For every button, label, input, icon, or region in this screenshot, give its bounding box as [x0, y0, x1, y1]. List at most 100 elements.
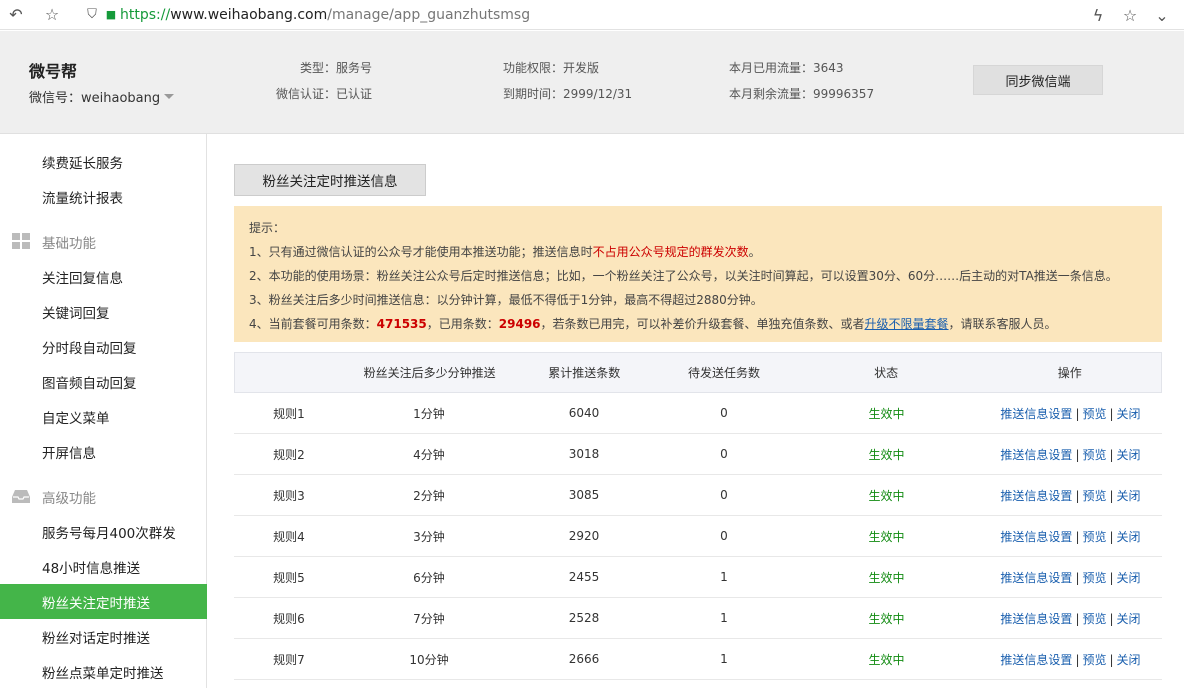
- rule-minutes: 3分钟: [413, 529, 445, 544]
- account-selector[interactable]: 微信号：weihaobang: [29, 87, 175, 106]
- close-link[interactable]: 关闭: [1117, 489, 1141, 503]
- sidebar-item-follow-timed-push[interactable]: 粉丝关注定时推送: [0, 584, 207, 619]
- rule-total: 2528: [568, 611, 600, 625]
- notice-text: ，已用条数：: [426, 317, 499, 331]
- bookmark-star-icon[interactable]: ☆: [1118, 3, 1142, 27]
- sidebar-item-monthly-broadcast[interactable]: 服务号每月400次群发: [0, 514, 207, 549]
- rule-minutes: 2分钟: [413, 488, 445, 503]
- preview-link[interactable]: 预览: [1082, 530, 1106, 544]
- rule-minutes: 10分钟: [409, 652, 449, 667]
- separator: |: [1109, 488, 1114, 503]
- table-row: 规则4 3分钟 2920 0 生效中 推送信息设置 | 预览 | 关闭: [234, 516, 1162, 557]
- push-settings-link[interactable]: 推送信息设置: [1000, 571, 1072, 585]
- rule-minutes: 1分钟: [413, 406, 445, 421]
- permission-level: 功能权限：开发版: [503, 61, 600, 75]
- sidebar-group-basic: 基础功能: [0, 224, 207, 259]
- rule-pending: 1: [720, 570, 728, 584]
- notice-text: 。: [748, 245, 761, 259]
- back-icon[interactable]: ↶: [4, 3, 28, 27]
- push-settings-link[interactable]: 推送信息设置: [1000, 489, 1072, 503]
- lightning-icon[interactable]: ϟ: [1086, 3, 1110, 27]
- push-settings-link[interactable]: 推送信息设置: [1000, 653, 1072, 667]
- separator: |: [1109, 570, 1114, 585]
- separator: |: [1109, 406, 1114, 421]
- tab-follow-timed-push[interactable]: 粉丝关注定时推送信息: [234, 164, 426, 196]
- sidebar-item-chat-timed-push[interactable]: 粉丝对话定时推送: [0, 619, 207, 654]
- sidebar-item-splash[interactable]: 开屏信息: [0, 434, 207, 469]
- close-link[interactable]: 关闭: [1117, 448, 1141, 462]
- rule-total: 3018: [568, 447, 600, 461]
- rule-pending: 0: [720, 529, 728, 543]
- sidebar: 续费延长服务 流量统计报表 基础功能 关注回复信息 关键词回复 分时段自动回复 …: [0, 134, 207, 688]
- rule-actions: 推送信息设置 | 预览 | 关闭: [979, 405, 1162, 422]
- notice-text: ，若条数已用完，可以补差价升级套餐、单独充值条数、或者: [540, 317, 865, 331]
- sidebar-item-keyword-reply[interactable]: 关键词回复: [0, 294, 207, 329]
- rule-name: 规则2: [273, 447, 305, 462]
- separator: |: [1109, 447, 1114, 462]
- table-row: 规则7 10分钟 2666 1 生效中 推送信息设置 | 预览 | 关闭: [234, 639, 1162, 680]
- rule-status: 生效中: [868, 611, 905, 626]
- sidebar-item-48h-push[interactable]: 48小时信息推送: [0, 549, 207, 584]
- col-header-total: 累计推送条数: [548, 366, 621, 380]
- preview-link[interactable]: 预览: [1082, 653, 1106, 667]
- preview-link[interactable]: 预览: [1082, 612, 1106, 626]
- col-header-actions: 操作: [1057, 366, 1082, 380]
- url-path: /manage/app_guanzhutsmsg: [327, 6, 531, 23]
- push-settings-link[interactable]: 推送信息设置: [1000, 612, 1072, 626]
- preview-link[interactable]: 预览: [1082, 448, 1106, 462]
- account-type: 类型：服务号: [300, 61, 373, 75]
- preview-link[interactable]: 预览: [1082, 407, 1106, 421]
- notice-line-4: 4、当前套餐可用条数：471535，已用条数：29496，若条数已用完，可以补差…: [249, 312, 1147, 336]
- sidebar-group-advanced-label: 高级功能: [42, 490, 96, 507]
- table-row: 规则6 7分钟 2528 1 生效中 推送信息设置 | 预览 | 关闭: [234, 598, 1162, 639]
- preview-link[interactable]: 预览: [1082, 571, 1106, 585]
- table-row: 规则3 2分钟 3085 0 生效中 推送信息设置 | 预览 | 关闭: [234, 475, 1162, 516]
- close-link[interactable]: 关闭: [1117, 653, 1141, 667]
- notice-text: ，请联系客服人员。: [948, 317, 1057, 331]
- sidebar-group-basic-label: 基础功能: [42, 235, 96, 252]
- rule-actions: 推送信息设置 | 预览 | 关闭: [979, 528, 1162, 545]
- account-auth: 微信认证：已认证: [276, 87, 373, 101]
- table-body: 规则1 1分钟 6040 0 生效中 推送信息设置 | 预览 | 关闭 规则2 4分钟 3018 0 生效中…: [234, 393, 1162, 680]
- rule-name: 规则4: [273, 529, 305, 544]
- table-header: 粉丝关注后多少分钟推送 累计推送条数 待发送任务数 状态 操作: [234, 352, 1162, 393]
- separator: |: [1075, 488, 1080, 503]
- sidebar-item-traffic-report[interactable]: 流量统计报表: [0, 179, 207, 214]
- rule-actions: 推送信息设置 | 预览 | 关闭: [979, 446, 1162, 463]
- rule-total: 6040: [568, 406, 600, 420]
- sidebar-group-advanced: 高级功能: [0, 479, 207, 514]
- close-link[interactable]: 关闭: [1117, 612, 1141, 626]
- separator: |: [1075, 529, 1080, 544]
- push-settings-link[interactable]: 推送信息设置: [1000, 407, 1072, 421]
- sidebar-item-follow-reply[interactable]: 关注回复信息: [0, 259, 207, 294]
- caret-down-icon: [164, 94, 175, 99]
- remain-traffic: 本月剩余流量：99996357: [729, 87, 875, 101]
- sidebar-item-renew[interactable]: 续费延长服务: [0, 144, 207, 179]
- account-id: 微信号：weihaobang: [29, 91, 161, 106]
- rule-name: 规则7: [273, 652, 305, 667]
- available-count: 471535: [376, 317, 427, 331]
- close-link[interactable]: 关闭: [1117, 530, 1141, 544]
- push-settings-link[interactable]: 推送信息设置: [1000, 530, 1072, 544]
- address-bar[interactable]: https:// www.weihaobang.com /manage/app_…: [120, 7, 530, 23]
- browser-right-tools: ϟ ☆ ⌄: [1086, 3, 1174, 27]
- url-host: www.weihaobang.com: [170, 6, 328, 23]
- star-icon[interactable]: ☆: [40, 3, 64, 27]
- separator: |: [1109, 652, 1114, 667]
- sidebar-item-menu-timed-push[interactable]: 粉丝点菜单定时推送: [0, 654, 207, 689]
- sidebar-item-media-reply[interactable]: 图音频自动回复: [0, 364, 207, 399]
- col-header-minutes: 粉丝关注后多少分钟推送: [363, 366, 496, 380]
- separator: |: [1075, 406, 1080, 421]
- push-settings-link[interactable]: 推送信息设置: [1000, 448, 1072, 462]
- close-link[interactable]: 关闭: [1117, 571, 1141, 585]
- rule-name: 规则6: [273, 611, 305, 626]
- notice-box: 提示： 1、只有通过微信认证的公众号才能使用本推送功能；推送信息时不占用公众号规…: [234, 206, 1162, 342]
- sync-wechat-button[interactable]: 同步微信端: [973, 65, 1103, 95]
- preview-link[interactable]: 预览: [1082, 489, 1106, 503]
- sidebar-item-timed-reply[interactable]: 分时段自动回复: [0, 329, 207, 364]
- url-scheme: https://: [120, 6, 171, 23]
- close-link[interactable]: 关闭: [1117, 407, 1141, 421]
- upgrade-unlimited-link[interactable]: 升级不限量套餐: [865, 317, 949, 331]
- chevron-down-icon[interactable]: ⌄: [1150, 3, 1174, 27]
- sidebar-item-custom-menu[interactable]: 自定义菜单: [0, 399, 207, 434]
